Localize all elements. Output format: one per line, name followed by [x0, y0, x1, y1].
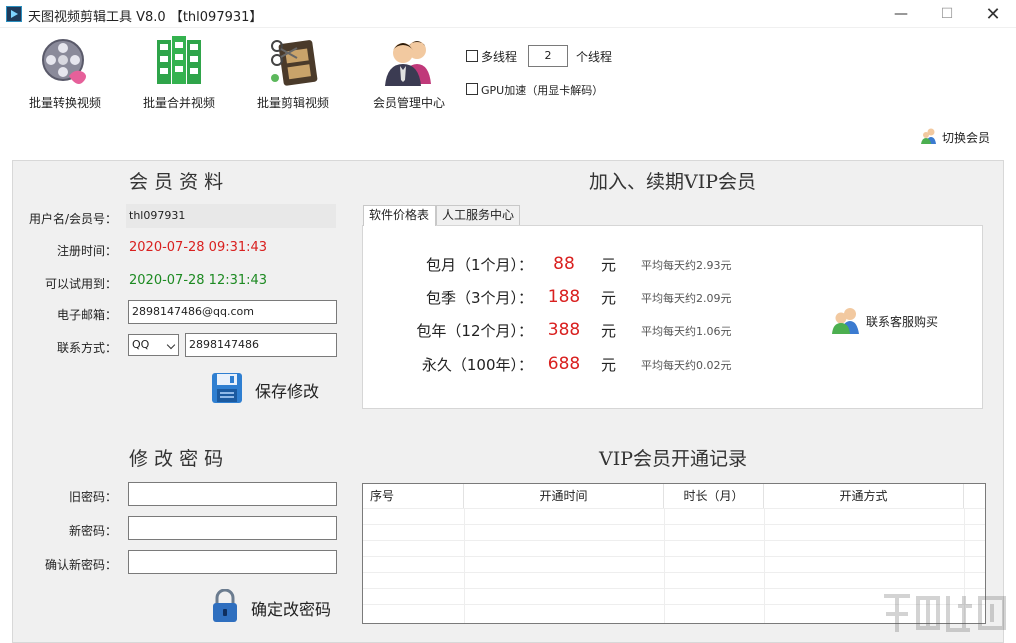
- plan-price: 688: [547, 354, 581, 374]
- username-value: thl097931: [126, 204, 336, 228]
- vip-title: 加入、续期VIP会员: [589, 171, 757, 193]
- thread-count-input[interactable]: 2: [528, 45, 568, 67]
- chevron-down-icon: [166, 340, 176, 350]
- table-gridline: [363, 556, 985, 557]
- batch-cut-label: 批量剪辑视频: [256, 96, 329, 110]
- switch-user-icon: [920, 127, 938, 148]
- column-header[interactable]: 时长（月）: [664, 484, 764, 508]
- reg-time-value: 2020-07-28 09:31:43: [129, 240, 268, 255]
- old-password-label: 旧密码：: [68, 490, 117, 504]
- plan-average: 平均每天约2.09元: [641, 292, 732, 305]
- new-password-field[interactable]: [128, 516, 337, 540]
- batch-convert-button[interactable]: 批量转换视频: [10, 36, 120, 116]
- save-label: 保存修改: [255, 382, 320, 401]
- table-gridline: [664, 508, 665, 623]
- gpu-checkbox[interactable]: [466, 83, 478, 95]
- reg-time-label: 注册时间：: [56, 244, 117, 258]
- plan-average: 平均每天约1.06元: [641, 325, 732, 338]
- main-panel: 会 员 资 料 用户名/会员号： thl097931 注册时间： 2020-07…: [12, 160, 1004, 643]
- plan-average: 平均每天约2.93元: [641, 259, 732, 272]
- plan-price: 188: [547, 287, 581, 307]
- trial-until-label: 可以试用到：: [44, 277, 117, 291]
- batch-merge-label: 批量合并视频: [142, 96, 215, 110]
- column-header[interactable]: 开通时间: [464, 484, 664, 508]
- plan-price: 388: [547, 320, 581, 340]
- contact-type-select[interactable]: QQ: [128, 334, 179, 356]
- plan-name: 包季（3个月）：: [425, 289, 533, 307]
- username-label: 用户名/会员号：: [28, 212, 117, 226]
- plan-unit: 元: [601, 322, 617, 340]
- film-reel-icon: [39, 36, 91, 86]
- plan-average: 平均每天约0.02元: [641, 359, 732, 372]
- price-row-monthly: 包月（1个月）： 88 元 平均每天约2.93元: [363, 254, 983, 278]
- table-gridline: [363, 524, 985, 525]
- confirm-password-label: 确认新密码：: [44, 558, 117, 572]
- app-icon: [6, 6, 22, 22]
- toolbar: 批量转换视频 批量合并视频 批量剪辑视频 会员管理中心 多线程 2 个线程 GP…: [0, 28, 1016, 158]
- batch-convert-label: 批量转换视频: [28, 96, 101, 110]
- multithread-checkbox[interactable]: [466, 50, 478, 62]
- batch-merge-button[interactable]: 批量合并视频: [124, 36, 234, 116]
- batch-cut-button[interactable]: 批量剪辑视频: [238, 36, 348, 116]
- tab-service-center[interactable]: 人工服务中心: [436, 205, 520, 225]
- gpu-label: GPU加速（用显卡解码）: [481, 84, 604, 97]
- title-bar: 天图视频剪辑工具 V8.0 【thl097931】 — ☐ ✕: [0, 0, 1016, 28]
- table-gridline: [363, 572, 985, 573]
- table-gridline: [764, 508, 765, 623]
- plan-name: 永久（100年）：: [421, 356, 533, 374]
- watermark-logo: [880, 588, 1010, 643]
- table-gridline: [363, 540, 985, 541]
- switch-member-button[interactable]: 切换会员: [920, 127, 990, 147]
- profile-title: 会 员 资 料: [129, 171, 224, 193]
- window-title: 天图视频剪辑工具 V8.0 【thl097931】: [28, 10, 263, 25]
- contact-buy-label: 联系客服购买: [866, 315, 939, 329]
- plan-price: 88: [553, 254, 575, 274]
- scissors-film-icon: [267, 36, 319, 86]
- email-field[interactable]: 2898147486@qq.com: [128, 300, 337, 324]
- price-row-lifetime: 永久（100年）： 688 元 平均每天约0.02元: [363, 354, 983, 378]
- password-title: 修 改 密 码: [129, 448, 224, 470]
- column-header[interactable]: 序号: [363, 484, 464, 508]
- thread-unit-label: 个线程: [576, 50, 613, 64]
- email-label: 电子邮箱：: [56, 308, 117, 322]
- column-header[interactable]: 开通方式: [764, 484, 964, 508]
- contact-field[interactable]: 2898147486: [185, 333, 337, 357]
- contact-label: 联系方式：: [56, 341, 117, 355]
- plan-unit: 元: [601, 256, 617, 274]
- confirm-password-button[interactable]: 确定改密码: [211, 588, 332, 627]
- floppy-disk-icon: [211, 372, 243, 408]
- new-password-label: 新密码：: [68, 524, 117, 538]
- minimize-button[interactable]: —: [878, 0, 924, 28]
- plan-unit: 元: [601, 289, 617, 307]
- plan-unit: 元: [601, 356, 617, 374]
- confirm-password-field[interactable]: [128, 550, 337, 574]
- maximize-button[interactable]: ☐: [924, 0, 970, 28]
- records-title: VIP会员开通记录: [599, 448, 748, 470]
- multithread-label: 多线程: [481, 50, 518, 64]
- close-button[interactable]: ✕: [970, 0, 1016, 28]
- table-gridline: [363, 508, 985, 509]
- records-header: 序号 开通时间 时长（月） 开通方式: [363, 484, 985, 508]
- table-gridline: [464, 508, 465, 623]
- trial-until-value: 2020-07-28 12:31:43: [129, 273, 268, 288]
- old-password-field[interactable]: [128, 482, 337, 506]
- member-center-label: 会员管理中心: [372, 96, 445, 110]
- lock-icon: [211, 588, 239, 627]
- plan-name: 包年（12个月）：: [416, 322, 533, 340]
- price-panel: 包月（1个月）： 88 元 平均每天约2.93元 包季（3个月）： 188 元 …: [362, 225, 983, 409]
- confirm-password-label-text: 确定改密码: [251, 600, 332, 619]
- customer-service-icon: [831, 306, 861, 337]
- member-center-button[interactable]: 会员管理中心: [354, 36, 464, 116]
- contact-type-value: QQ: [132, 338, 150, 351]
- plan-name: 包月（1个月）：: [425, 256, 533, 274]
- save-button[interactable]: 保存修改: [211, 372, 319, 408]
- tab-price-list[interactable]: 软件价格表: [363, 205, 436, 226]
- switch-member-label: 切换会员: [942, 130, 991, 145]
- merge-film-icon: [153, 36, 205, 86]
- users-icon: [383, 36, 435, 86]
- contact-buy-button[interactable]: 联系客服购买: [831, 306, 938, 337]
